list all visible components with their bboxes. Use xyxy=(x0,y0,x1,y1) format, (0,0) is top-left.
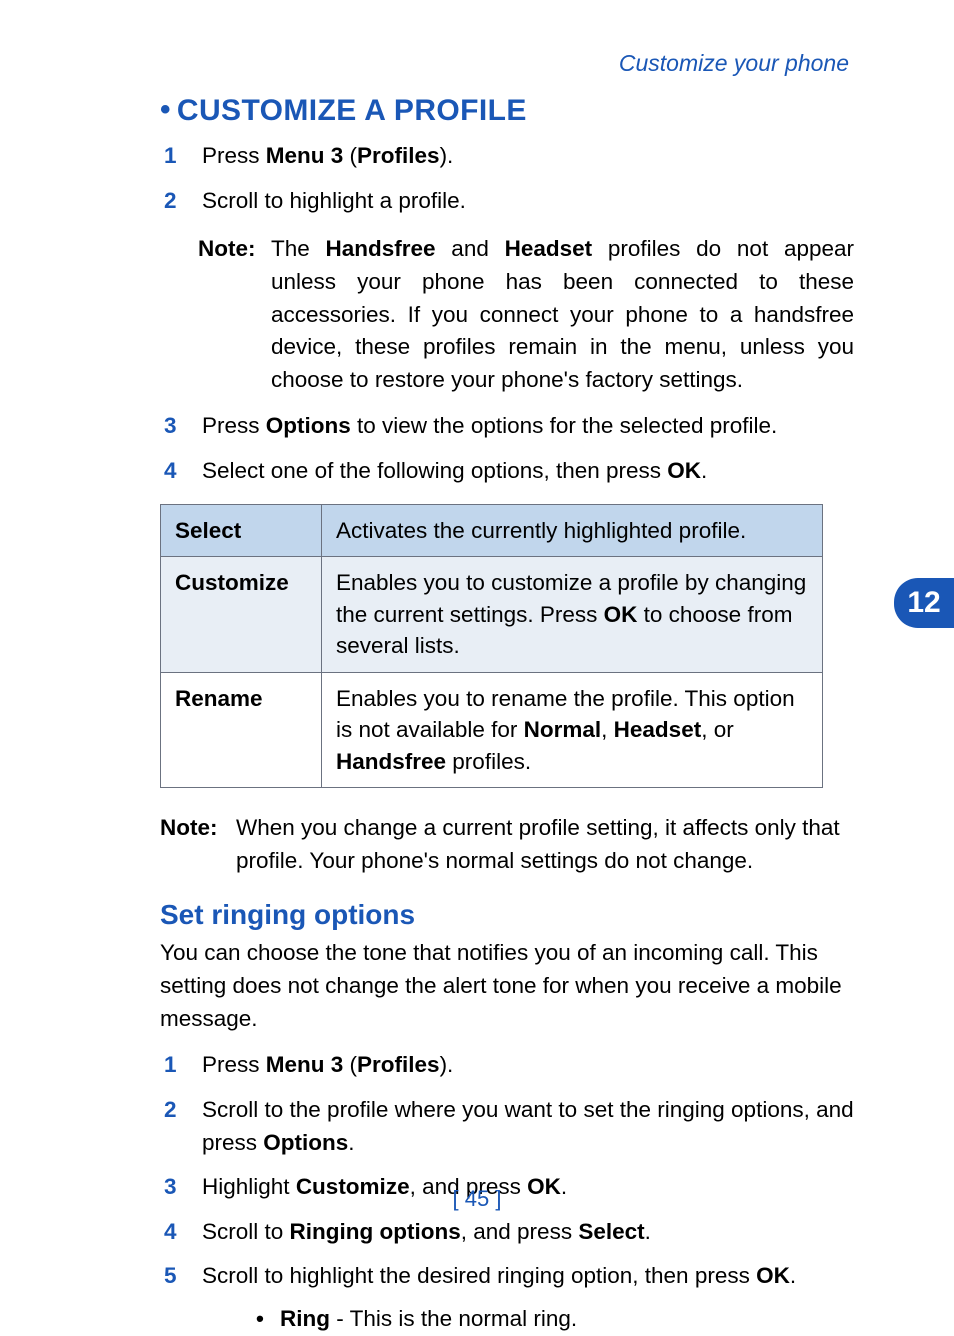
option-name: Customize xyxy=(161,557,322,673)
step-text: Scroll to highlight the desired ringing … xyxy=(202,1260,854,1335)
inline-note: Note: The Handsfree and Headset profiles… xyxy=(198,233,854,396)
step-text: Press Menu 3 (Profiles). xyxy=(202,1049,854,1082)
step-number: 4 xyxy=(160,455,202,488)
option-desc: Enables you to rename the profile. This … xyxy=(322,672,823,788)
option-desc: Enables you to customize a profile by ch… xyxy=(322,557,823,673)
bullet-icon: • xyxy=(240,1303,280,1336)
bullet-icon: • xyxy=(160,93,171,126)
outer-note: Note: When you change a current profile … xyxy=(160,812,854,877)
option-name: Select xyxy=(161,504,322,557)
note-label: Note: xyxy=(198,233,271,396)
step-number: 1 xyxy=(160,1049,202,1082)
step-text: Scroll to Ringing options, and press Sel… xyxy=(202,1216,854,1249)
steps-list-1: 1 Press Menu 3 (Profiles). 2 Scroll to h… xyxy=(160,140,854,217)
step-number: 2 xyxy=(160,185,202,218)
step-text: Select one of the following options, the… xyxy=(202,455,854,488)
sub-bullet-text: Ring - This is the normal ring. xyxy=(280,1303,577,1336)
page-number: [ 45 ] xyxy=(0,1186,954,1212)
options-table: Select Activates the currently highlight… xyxy=(160,504,823,789)
option-name: Rename xyxy=(161,672,322,788)
paragraph: You can choose the tone that notifies yo… xyxy=(160,937,854,1035)
steps-list-1b: 3 Press Options to view the options for … xyxy=(160,410,854,487)
step-text: Press Menu 3 (Profiles). xyxy=(202,140,854,173)
subsection-heading: Set ringing options xyxy=(160,899,854,931)
sub-bullet-list: • Ring - This is the normal ring. xyxy=(240,1303,854,1336)
section-heading: •CUSTOMIZE A PROFILE xyxy=(160,93,854,128)
step-text: Scroll to highlight a profile. xyxy=(202,185,854,218)
step-text: Press Options to view the options for th… xyxy=(202,410,854,443)
heading-text: CUSTOMIZE A PROFILE xyxy=(177,94,527,127)
step-number: 1 xyxy=(160,140,202,173)
note-body: When you change a current profile settin… xyxy=(236,812,854,877)
note-body: The Handsfree and Headset profiles do no… xyxy=(271,233,854,396)
table-row: Rename Enables you to rename the profile… xyxy=(161,672,823,788)
table-row: Customize Enables you to customize a pro… xyxy=(161,557,823,673)
running-header: Customize your phone xyxy=(160,50,854,77)
step-number: 3 xyxy=(160,410,202,443)
chapter-tab: 12 xyxy=(894,578,954,628)
step-number: 2 xyxy=(160,1094,202,1159)
step-text: Scroll to the profile where you want to … xyxy=(202,1094,854,1159)
table-row: Select Activates the currently highlight… xyxy=(161,504,823,557)
step-number: 5 xyxy=(160,1260,202,1335)
note-label: Note: xyxy=(160,812,236,877)
option-desc: Activates the currently highlighted prof… xyxy=(322,504,823,557)
step-number: 4 xyxy=(160,1216,202,1249)
